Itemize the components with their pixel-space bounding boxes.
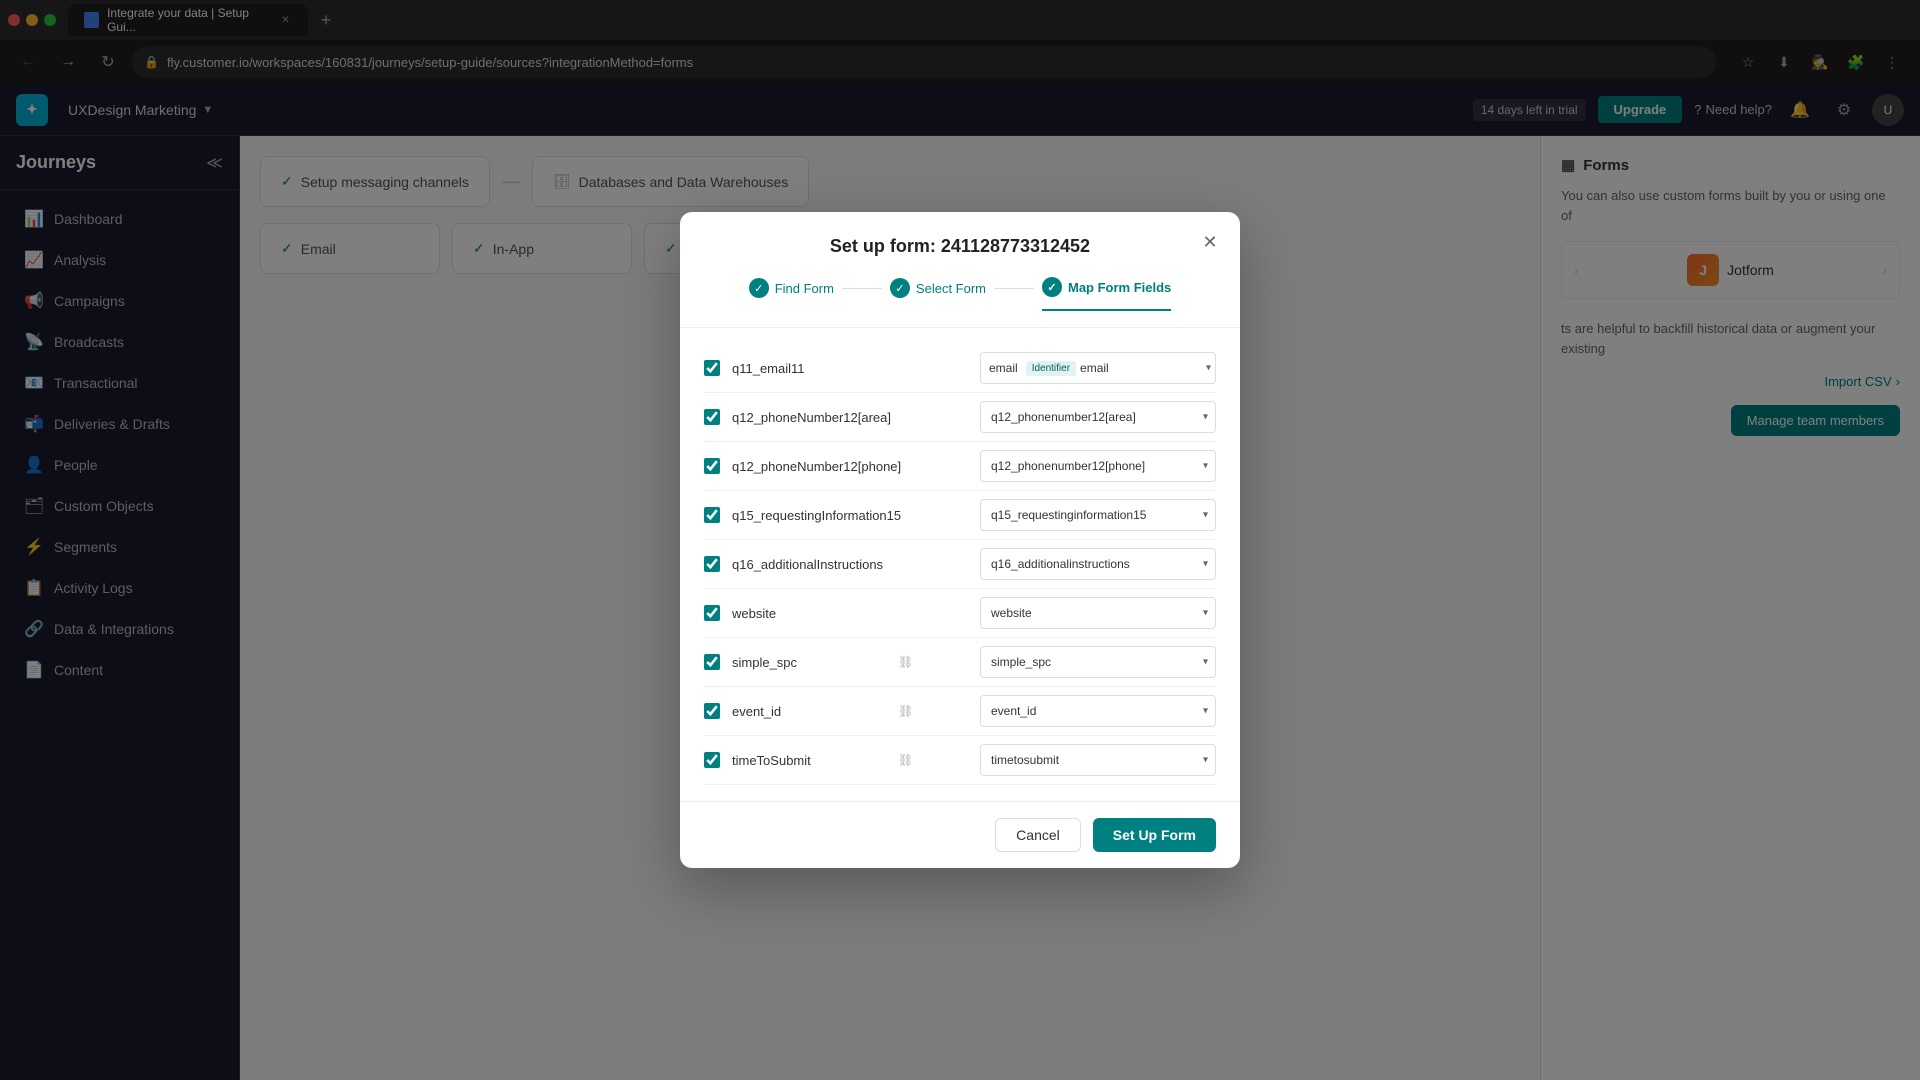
field-select-timetosubmit[interactable]: timetosubmit <box>980 744 1216 776</box>
link-icon-simple-spc[interactable]: ⛓ <box>898 655 913 669</box>
field-label-text-email: q11_email11 <box>732 361 892 376</box>
cancel-button[interactable]: Cancel <box>995 818 1081 852</box>
field-label-text-simple-spc: simple_spc <box>732 655 892 670</box>
select-form-check-icon: ✓ <box>890 278 910 298</box>
modal-title: Set up form: 241128773312452 <box>704 236 1216 257</box>
field-row-website: website website ▾ <box>704 589 1216 638</box>
field-select-website[interactable]: website <box>980 597 1216 629</box>
field-checkbox-timetosubmit[interactable] <box>704 752 720 768</box>
step-map-fields: ✓ Map Form Fields <box>1042 277 1171 311</box>
app-container: Integrate your data | Setup Gui... ✕ + ←… <box>0 0 1920 1080</box>
modal-close-btn[interactable]: ✕ <box>1196 228 1224 256</box>
identifier-badge: Identifier <box>1026 361 1076 376</box>
field-checkbox-phone-phone[interactable] <box>704 458 720 474</box>
step-separator-1 <box>842 288 882 289</box>
field-select-wrapper-phone-phone: q12_phonenumber12[phone] ▾ <box>980 450 1216 482</box>
field-row-additional-instructions: q16_additionalInstructions q16_additiona… <box>704 540 1216 589</box>
field-row-event-id: event_id ⛓ event_id ▾ <box>704 687 1216 736</box>
field-label-text-phone-area: q12_phoneNumber12[area] <box>732 410 892 425</box>
field-label-email: q11_email11 <box>732 361 968 376</box>
field-select-wrapper-event-id: event_id ▾ <box>980 695 1216 727</box>
field-select-wrapper-timetosubmit: timetosubmit ▾ <box>980 744 1216 776</box>
field-select-wrapper-email: email Identifier email ▾ <box>980 352 1216 384</box>
field-label-event-id: event_id ⛓ <box>732 704 968 719</box>
field-label-text-phone-phone: q12_phoneNumber12[phone] <box>732 459 901 474</box>
modal-body: q11_email11 email Identifier email ▾ <box>680 328 1240 801</box>
modal-overlay: ✕ Set up form: 241128773312452 ✓ Find Fo… <box>240 136 1920 1080</box>
field-label-phone-phone: q12_phoneNumber12[phone] <box>732 459 968 474</box>
field-select-wrapper-website: website ▾ <box>980 597 1216 629</box>
modal-stepper: ✓ Find Form ✓ Select Form ✓ Map Form Fie… <box>680 277 1240 328</box>
modal-dialog: ✕ Set up form: 241128773312452 ✓ Find Fo… <box>680 212 1240 868</box>
field-select-event-id[interactable]: event_id <box>980 695 1216 727</box>
field-label-text-event-id: event_id <box>732 704 892 719</box>
field-checkbox-website[interactable] <box>704 605 720 621</box>
field-label-text-requesting-info: q15_requestingInformation15 <box>732 508 901 523</box>
field-checkbox-email[interactable] <box>704 360 720 376</box>
find-form-check-icon: ✓ <box>749 278 769 298</box>
field-checkbox-event-id[interactable] <box>704 703 720 719</box>
field-label-website: website <box>732 606 968 621</box>
step-find-form: ✓ Find Form <box>749 278 834 310</box>
field-row-timetosubmit: timeToSubmit ⛓ timetosubmit ▾ <box>704 736 1216 785</box>
link-icon-event-id[interactable]: ⛓ <box>898 704 913 718</box>
field-row-phone-phone: q12_phoneNumber12[phone] q12_phonenumber… <box>704 442 1216 491</box>
field-select-simple-spc[interactable]: simple_spc <box>980 646 1216 678</box>
field-select-wrapper-simple-spc: simple_spc ▾ <box>980 646 1216 678</box>
field-checkbox-simple-spc[interactable] <box>704 654 720 670</box>
field-select-requesting-info[interactable]: q15_requestinginformation15 <box>980 499 1216 531</box>
field-label-text-website: website <box>732 606 892 621</box>
field-label-requesting-info: q15_requestingInformation15 <box>732 508 968 523</box>
step-select-form: ✓ Select Form <box>890 278 986 310</box>
modal-footer: Cancel Set Up Form <box>680 801 1240 868</box>
field-select-phone-area[interactable]: q12_phonenumber12[area] <box>980 401 1216 433</box>
field-label-timetosubmit: timeToSubmit ⛓ <box>732 753 968 768</box>
field-select-wrapper-requesting-info: q15_requestinginformation15 ▾ <box>980 499 1216 531</box>
map-fields-check-icon: ✓ <box>1042 277 1062 297</box>
field-checkbox-requesting-info[interactable] <box>704 507 720 523</box>
setup-form-button[interactable]: Set Up Form <box>1093 818 1216 852</box>
field-label-text-additional-instructions: q16_additionalInstructions <box>732 557 892 572</box>
field-select-wrapper-additional-instructions: q16_additionalinstructions ▾ <box>980 548 1216 580</box>
modal-header: ✕ Set up form: 241128773312452 <box>680 212 1240 277</box>
field-select-wrapper-phone-area: q12_phonenumber12[area] ▾ <box>980 401 1216 433</box>
field-select-phone-phone[interactable]: q12_phonenumber12[phone] <box>980 450 1216 482</box>
field-row-simple-spc: simple_spc ⛓ simple_spc ▾ <box>704 638 1216 687</box>
step-find-form-label: Find Form <box>775 281 834 296</box>
field-checkbox-phone-area[interactable] <box>704 409 720 425</box>
field-label-additional-instructions: q16_additionalInstructions <box>732 557 968 572</box>
page-area: ✓ Setup messaging channels — 🗄 Databases… <box>240 136 1920 1080</box>
step-map-fields-label: Map Form Fields <box>1068 280 1171 295</box>
field-checkbox-additional-instructions[interactable] <box>704 556 720 572</box>
field-label-simple-spc: simple_spc ⛓ <box>732 655 968 670</box>
step-separator-2 <box>994 288 1034 289</box>
field-row-phone-area: q12_phoneNumber12[area] q12_phonenumber1… <box>704 393 1216 442</box>
app-body: Journeys ≪ 📊 Dashboard 📈 Analysis 📢 Camp… <box>0 136 1920 1080</box>
field-label-phone-area: q12_phoneNumber12[area] <box>732 410 968 425</box>
step-select-form-label: Select Form <box>916 281 986 296</box>
field-row-email: q11_email11 email Identifier email ▾ <box>704 344 1216 393</box>
field-row-requesting-info: q15_requestingInformation15 q15_requesti… <box>704 491 1216 540</box>
field-select-additional-instructions[interactable]: q16_additionalinstructions <box>980 548 1216 580</box>
link-icon-timetosubmit[interactable]: ⛓ <box>898 753 913 767</box>
field-label-text-timetosubmit: timeToSubmit <box>732 753 892 768</box>
